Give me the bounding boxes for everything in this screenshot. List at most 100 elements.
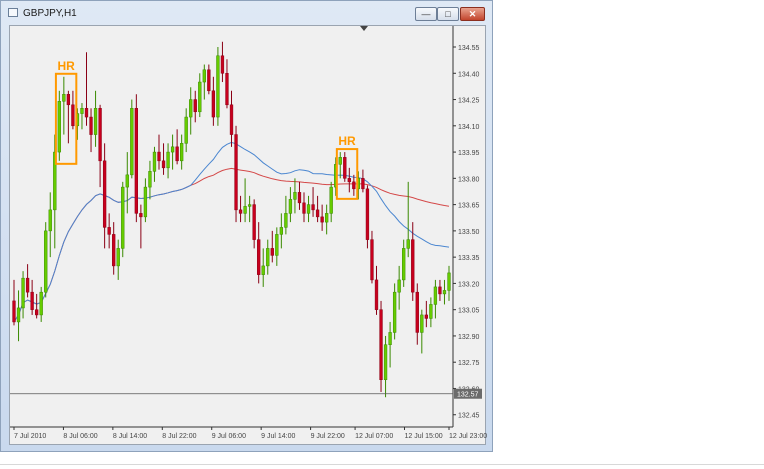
candle-body bbox=[180, 143, 184, 162]
x-tick-label: 12 Jul 15:00 bbox=[405, 433, 443, 440]
candle-body bbox=[80, 108, 84, 114]
candle-body bbox=[198, 81, 202, 113]
candle-body bbox=[184, 116, 188, 144]
y-tick-label: 132.90 bbox=[458, 334, 480, 341]
candle-body bbox=[406, 239, 410, 249]
y-tick-label: 133.95 bbox=[458, 150, 480, 157]
candle-body bbox=[234, 134, 238, 211]
candle-body bbox=[302, 202, 306, 214]
candle-body bbox=[392, 291, 397, 333]
candle-body bbox=[216, 55, 220, 118]
candle-body bbox=[121, 186, 125, 249]
x-tick-label: 9 Jul 22:00 bbox=[311, 433, 345, 440]
hr-pattern-label: HR bbox=[57, 59, 75, 73]
candle-body bbox=[35, 309, 39, 316]
candle-body bbox=[261, 265, 265, 275]
candle-body bbox=[93, 108, 98, 135]
y-tick-label: 134.25 bbox=[458, 98, 480, 105]
x-tick-label: 9 Jul 14:00 bbox=[261, 433, 295, 440]
candle-body bbox=[161, 160, 166, 169]
candle-body bbox=[71, 104, 75, 127]
shift-marker-icon bbox=[360, 26, 368, 31]
candle-body bbox=[12, 300, 16, 323]
candle-body bbox=[57, 101, 61, 153]
candle-body bbox=[284, 213, 288, 228]
candle-body bbox=[306, 204, 311, 214]
x-tick-label: 12 Jul 07:00 bbox=[355, 433, 393, 440]
candle-body bbox=[189, 99, 193, 118]
candle-body bbox=[438, 286, 442, 295]
candle-body bbox=[112, 234, 116, 267]
y-tick-label: 134.55 bbox=[458, 45, 480, 52]
candle-body bbox=[44, 230, 48, 293]
candle-body bbox=[252, 204, 256, 240]
candle-body bbox=[266, 248, 270, 267]
current-price-label: 132.57 bbox=[457, 392, 479, 399]
moving-average-fast bbox=[13, 141, 450, 323]
candle-body bbox=[347, 178, 351, 183]
candle-body bbox=[275, 234, 279, 256]
y-tick-label: 133.05 bbox=[458, 308, 480, 315]
candle-body bbox=[220, 55, 225, 74]
candle-body bbox=[30, 291, 34, 310]
candle-body bbox=[320, 216, 324, 223]
candle-body bbox=[152, 151, 157, 172]
candle-body bbox=[370, 239, 374, 281]
candle-body bbox=[143, 186, 148, 218]
candle-body bbox=[442, 290, 447, 295]
candle-body bbox=[361, 178, 365, 190]
candle-body bbox=[415, 291, 419, 333]
x-tick-label: 12 Jul 23:00 bbox=[449, 433, 487, 440]
candle-body bbox=[424, 314, 428, 319]
y-tick-label: 133.20 bbox=[458, 281, 480, 288]
candle-body bbox=[325, 213, 329, 223]
candle-body bbox=[420, 314, 424, 333]
candle-body bbox=[270, 248, 274, 256]
x-tick-label: 8 Jul 14:00 bbox=[113, 433, 147, 440]
candle-body bbox=[288, 199, 293, 214]
y-tick-label: 132.75 bbox=[458, 360, 480, 367]
price-chart: 134.55 134.40 134.25 134.10 133.95 133.80 133.… bbox=[10, 26, 487, 440]
candle-body bbox=[311, 204, 315, 211]
candle-body bbox=[193, 99, 197, 113]
x-tick-label: 7 Jul 2010 bbox=[14, 433, 46, 440]
candle-body bbox=[447, 272, 451, 291]
bottom-divider bbox=[0, 464, 764, 465]
y-tick-label: 132.45 bbox=[458, 413, 480, 420]
x-tick-label: 8 Jul 22:00 bbox=[162, 433, 196, 440]
candle-body bbox=[39, 291, 43, 316]
candle-body bbox=[402, 248, 406, 281]
candle-body bbox=[134, 108, 138, 214]
candle-body bbox=[338, 157, 342, 165]
candle-body bbox=[202, 69, 206, 83]
candle-body bbox=[107, 227, 111, 235]
candle-body bbox=[329, 186, 333, 214]
candle-body bbox=[21, 277, 25, 309]
y-tick-label: 133.80 bbox=[458, 176, 480, 183]
candle-body bbox=[211, 90, 216, 118]
candle-body bbox=[297, 192, 302, 204]
candle-body bbox=[16, 307, 21, 323]
candle-body bbox=[374, 279, 379, 310]
candle-body bbox=[379, 309, 383, 380]
candle-body bbox=[116, 248, 120, 267]
candle-body bbox=[84, 108, 89, 118]
candle-body bbox=[352, 181, 356, 190]
candle-body bbox=[343, 157, 347, 179]
x-tick-label: 9 Jul 06:00 bbox=[212, 433, 246, 440]
candle-body bbox=[397, 279, 401, 293]
candle-body bbox=[130, 108, 134, 176]
y-tick-label: 133.65 bbox=[458, 203, 480, 210]
hr-pattern-label: HR bbox=[338, 134, 356, 148]
candle-body bbox=[25, 277, 30, 293]
candle-body bbox=[102, 160, 107, 228]
candle-body bbox=[293, 192, 297, 200]
y-tick-label: 133.35 bbox=[458, 255, 480, 262]
candle-body bbox=[433, 286, 438, 305]
candle-body bbox=[257, 239, 261, 275]
y-tick-label: 133.50 bbox=[458, 229, 480, 236]
candle-body bbox=[411, 239, 415, 293]
candle-body bbox=[48, 209, 52, 232]
candle-body bbox=[66, 94, 71, 106]
candle-body bbox=[279, 227, 283, 235]
